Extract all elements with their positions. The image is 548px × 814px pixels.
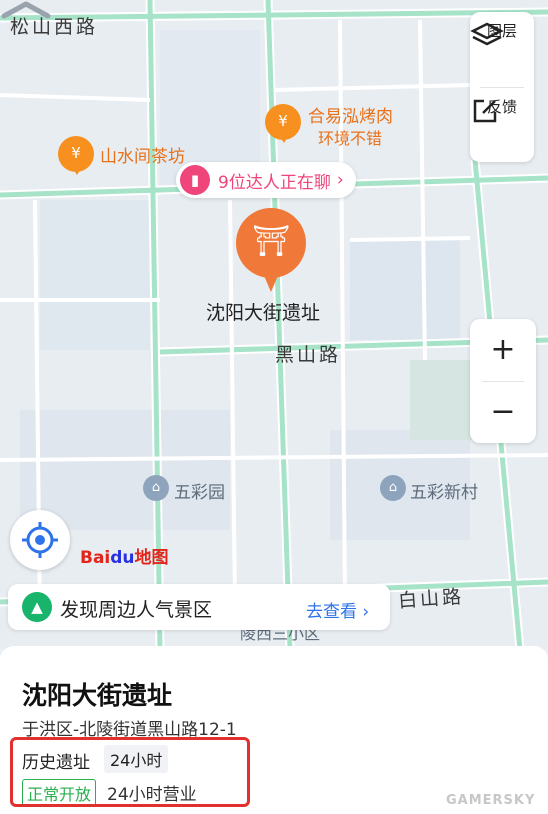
layers-icon bbox=[470, 22, 504, 46]
highlight-box bbox=[10, 737, 250, 807]
residence-icon: ⌂ bbox=[380, 475, 406, 501]
zoom-in-button[interactable]: + bbox=[470, 319, 536, 381]
road-label-heishan: 黑山路 bbox=[275, 344, 342, 366]
map-canvas[interactable]: 松山西路 黑山路 白山路 ¥ 合易泓烤肉 环境不错 ¥ 山水间茶坊 ▮ 9位达人… bbox=[0, 0, 548, 650]
discover-text: 发现周边人气景区 bbox=[60, 599, 213, 621]
main-poi-pin-icon[interactable]: ⛩ bbox=[236, 208, 306, 292]
poi-hotpot-tag: 环境不错 bbox=[318, 129, 383, 148]
poi-hotpot-name[interactable]: 合易泓烤肉 bbox=[308, 102, 393, 127]
chevron-right-icon: › bbox=[336, 170, 344, 190]
discover-nearby-banner[interactable]: ▲ 发现周边人气景区 去查看 › bbox=[8, 584, 390, 630]
watermark: GAMERSKY bbox=[446, 793, 536, 808]
chat-bubble-button[interactable]: ▮ 9位达人正在聊 › bbox=[176, 162, 356, 198]
road-label-baishan: 白山路 bbox=[397, 585, 465, 613]
discover-go-link[interactable]: 去查看 › bbox=[306, 597, 369, 622]
main-poi-label[interactable]: 沈阳大街遗址 bbox=[206, 298, 320, 325]
gate-icon: ⛩ bbox=[251, 224, 291, 259]
mountain-icon: ▲ bbox=[22, 592, 52, 622]
chat-bubble-text: 9位达人正在聊 bbox=[218, 172, 331, 193]
residence-icon: ⌂ bbox=[143, 475, 169, 501]
zoom-control: + − bbox=[470, 319, 536, 443]
teahouse-pin-icon[interactable]: ¥ bbox=[58, 136, 94, 175]
feedback-edit-icon bbox=[473, 99, 497, 123]
locate-target-icon bbox=[22, 522, 58, 558]
poi-teahouse-name[interactable]: 山水间茶坊 bbox=[100, 142, 185, 167]
zoom-out-button[interactable]: − bbox=[470, 381, 536, 443]
map-control-panel: 图层 反馈 bbox=[470, 12, 534, 162]
layers-button[interactable]: 图层 bbox=[470, 20, 534, 46]
poi-wucaiyuan[interactable]: 五彩园 bbox=[174, 478, 225, 503]
baidu-map-logo: Baidu地图 bbox=[80, 548, 169, 568]
locate-me-button[interactable] bbox=[10, 510, 70, 570]
poi-wucai-xincun[interactable]: 五彩新村 bbox=[410, 478, 478, 503]
poi-title: 沈阳大街遗址 bbox=[22, 681, 173, 710]
restaurant-pin-icon[interactable]: ¥ bbox=[265, 104, 301, 143]
drag-handle-icon[interactable] bbox=[0, 0, 52, 20]
feedback-button[interactable]: 反馈 bbox=[470, 96, 534, 123]
chat-book-icon: ▮ bbox=[180, 165, 210, 195]
